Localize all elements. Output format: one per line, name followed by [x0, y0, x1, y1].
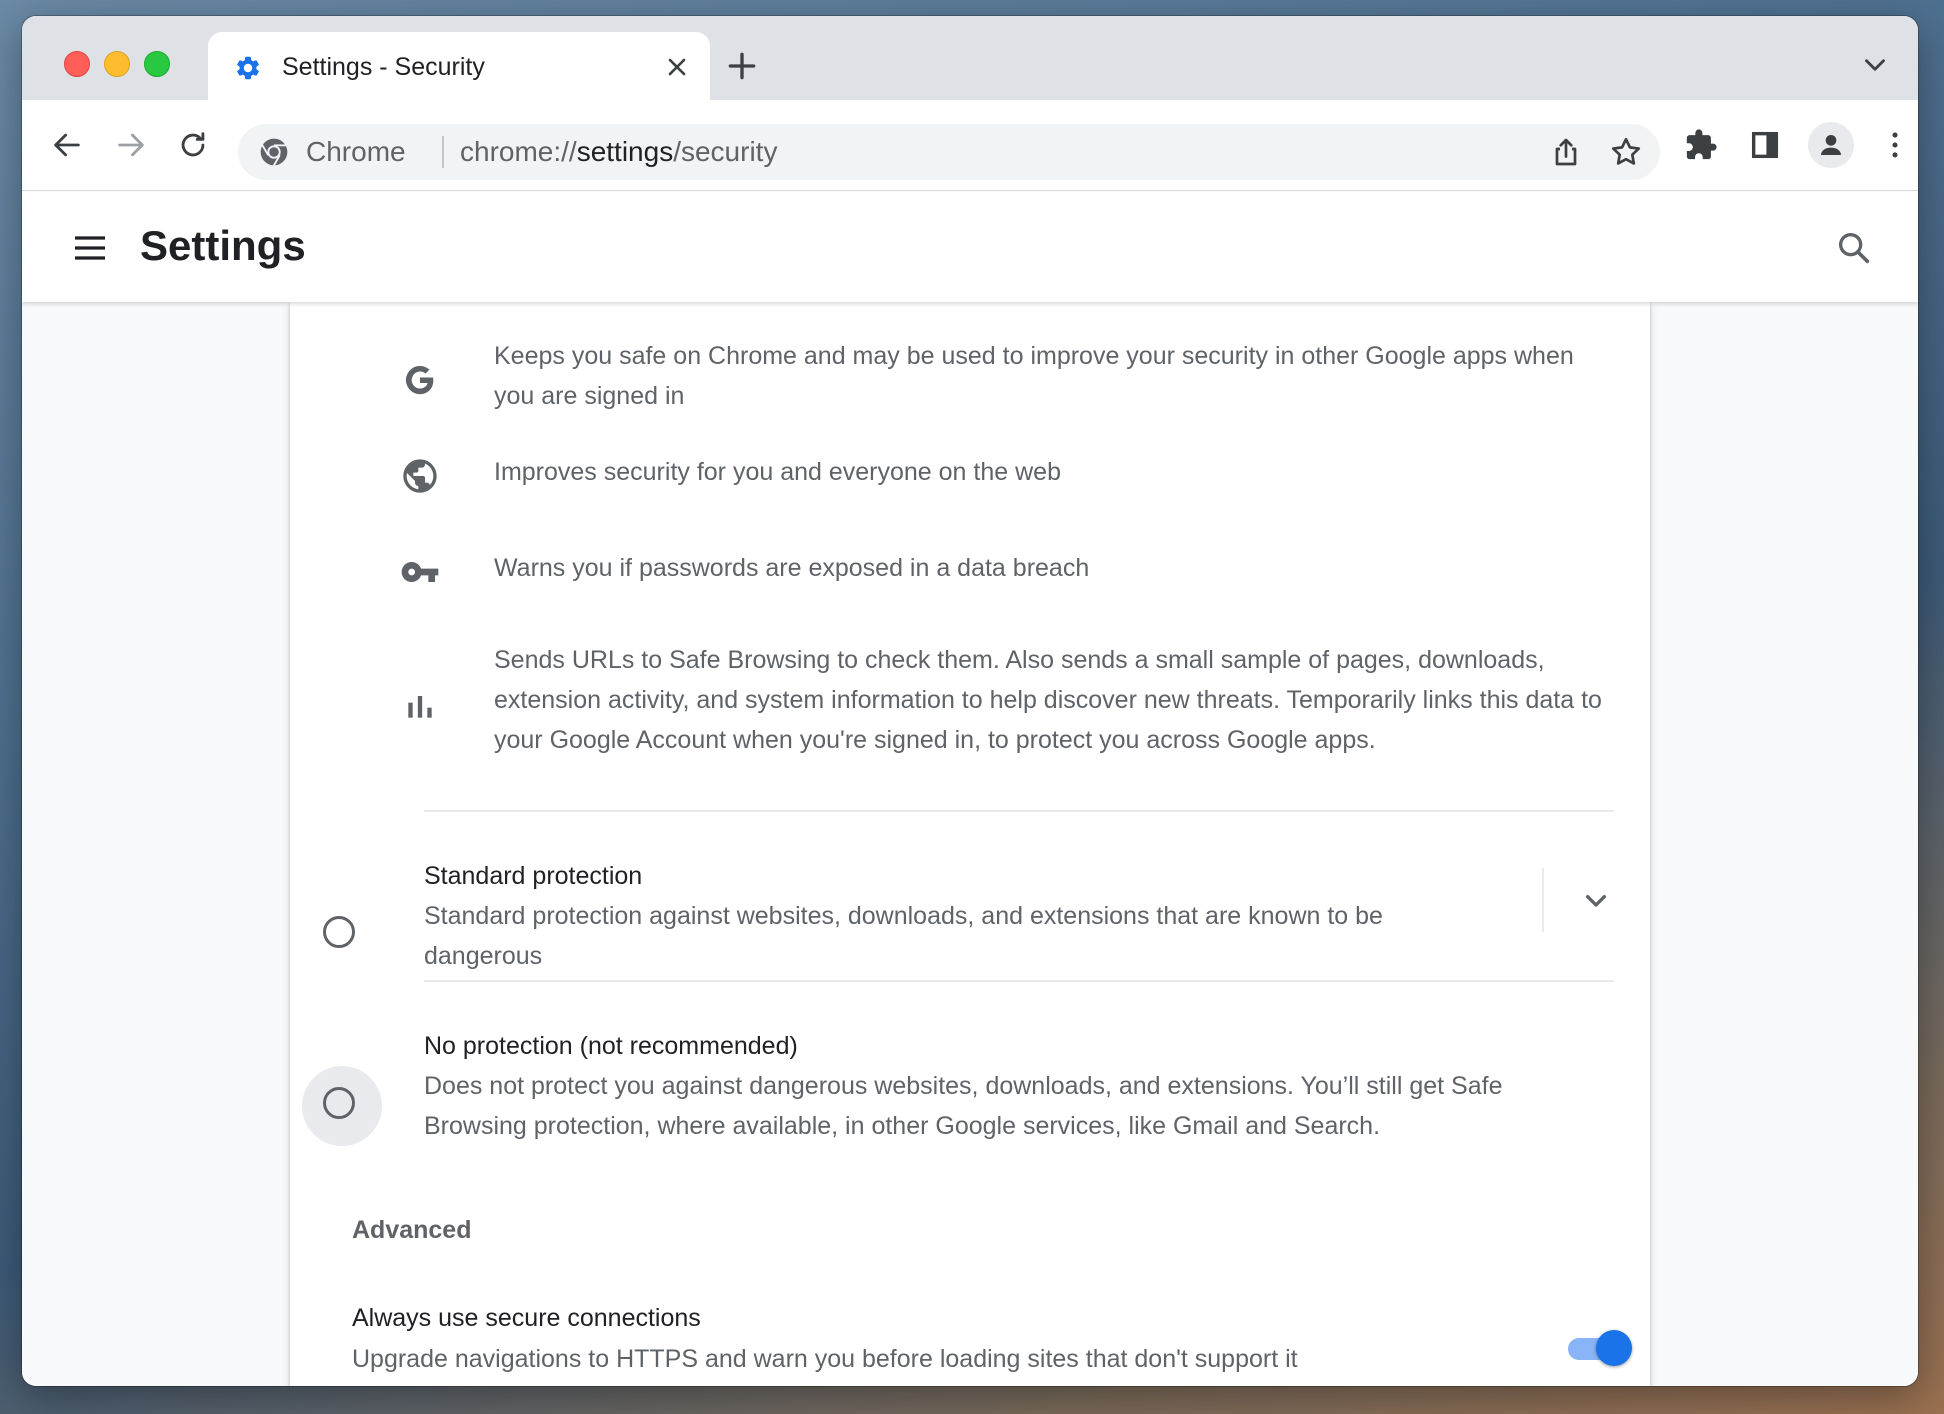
close-icon[interactable]	[660, 50, 694, 84]
tab-settings-security[interactable]: Settings - Security	[208, 32, 710, 100]
option-description: Does not protect you against dangerous w…	[424, 1072, 1503, 1140]
google-g-icon	[400, 360, 440, 400]
secure-connections-toggle[interactable]	[1568, 1330, 1632, 1366]
no-protection-radio[interactable]	[302, 1066, 382, 1146]
reload-button[interactable]	[172, 124, 214, 166]
search-icon[interactable]	[1834, 228, 1874, 268]
chrome-logo-icon	[258, 136, 290, 168]
tab-strip: Settings - Security	[22, 16, 1918, 100]
avatar-icon	[1821, 135, 1841, 155]
address-bar[interactable]: Chrome chrome://settings/security	[238, 124, 1660, 180]
section-heading-advanced: Advanced	[352, 1216, 472, 1244]
arrow-right-icon	[118, 133, 144, 157]
expand-chevron-icon[interactable]	[1576, 880, 1616, 920]
safe-browsing-card: Keeps you safe on Chrome and may be used…	[290, 302, 1650, 1386]
divider	[424, 810, 1614, 812]
zoom-window-button[interactable]	[144, 51, 170, 77]
feature-text: Sends URLs to Safe Browsing to check the…	[494, 646, 1602, 754]
side-panel-icon	[1751, 131, 1779, 159]
feature-text: Warns you if passwords are exposed in a …	[494, 554, 1090, 582]
minimize-window-button[interactable]	[104, 51, 130, 77]
close-window-button[interactable]	[64, 51, 90, 77]
omnibox-separator	[442, 136, 444, 168]
omnibox-chip: Chrome	[306, 136, 406, 167]
bookmark-star-icon[interactable]	[1608, 134, 1644, 170]
extensions-button[interactable]	[1680, 124, 1722, 166]
row-description: Upgrade navigations to HTTPS and warn yo…	[352, 1345, 1298, 1373]
side-panel-button[interactable]	[1744, 124, 1786, 166]
url-host: settings	[576, 136, 674, 167]
vertical-separator	[1542, 868, 1544, 932]
url-scheme: chrome://	[460, 136, 577, 167]
option-description: Standard protection against websites, do…	[424, 902, 1383, 970]
divider	[424, 980, 1614, 982]
reload-icon	[181, 132, 205, 157]
row-title: Always use secure connections	[352, 1304, 701, 1332]
settings-header: Settings	[22, 192, 1918, 302]
globe-icon	[400, 456, 440, 496]
url-path: /security	[673, 136, 778, 167]
key-icon	[400, 552, 440, 592]
chrome-menu-button[interactable]	[1874, 124, 1916, 166]
feature-text: Keeps you safe on Chrome and may be used…	[494, 342, 1574, 410]
chevron-down-icon[interactable]	[1858, 48, 1892, 82]
settings-content: Keeps you safe on Chrome and may be used…	[22, 302, 1918, 1386]
feature-text: Improves security for you and everyone o…	[494, 458, 1061, 486]
standard-protection-radio[interactable]	[302, 895, 382, 975]
puzzle-icon	[1686, 129, 1717, 160]
profile-button[interactable]	[1808, 122, 1854, 168]
hamburger-menu-icon[interactable]	[70, 228, 110, 268]
more-vert-icon	[1892, 132, 1898, 158]
toggle-knob	[1596, 1330, 1632, 1366]
forward-button[interactable]	[110, 124, 152, 166]
browser-window: Settings - Security Chrome chrome://sett…	[22, 16, 1918, 1386]
share-icon[interactable]	[1548, 134, 1584, 170]
radio-circle	[323, 1087, 355, 1119]
tab-title: Settings - Security	[282, 53, 485, 81]
back-button[interactable]	[46, 124, 88, 166]
arrow-left-icon	[54, 133, 80, 157]
bar-chart-icon	[400, 686, 440, 726]
url-text[interactable]: chrome://settings/security	[460, 135, 777, 169]
new-tab-button[interactable]	[722, 46, 762, 86]
option-title: No protection (not recommended)	[424, 1032, 798, 1060]
page-title: Settings	[140, 222, 306, 269]
gear-icon	[234, 54, 262, 82]
radio-circle	[323, 916, 355, 948]
option-title: Standard protection	[424, 862, 643, 890]
